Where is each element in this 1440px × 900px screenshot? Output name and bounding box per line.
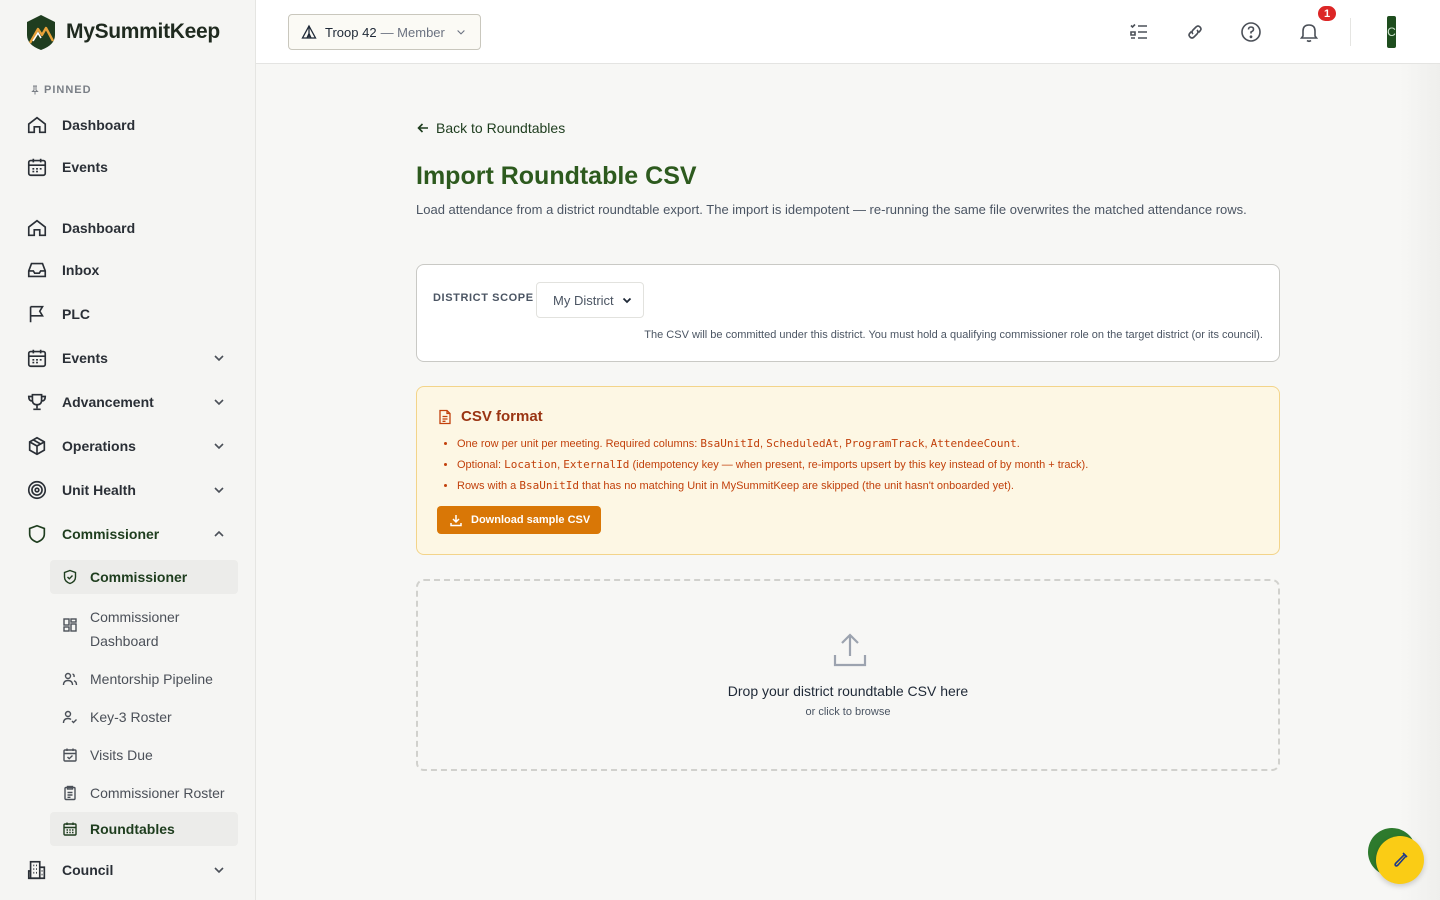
- calendar-check-icon: [63, 748, 77, 762]
- user-check-icon: [62, 710, 77, 724]
- link-icon[interactable]: [1183, 20, 1207, 44]
- chevron-down-icon: [214, 355, 224, 362]
- sidebar-item-plc[interactable]: PLC: [26, 296, 230, 332]
- pinned-item-events[interactable]: Events: [26, 149, 230, 185]
- notification-badge: 1: [1316, 4, 1338, 23]
- download-sample-csv-button[interactable]: Download sample CSV: [437, 506, 602, 534]
- dropzone-title: Drop your district roundtable CSV here: [727, 683, 969, 699]
- sidebar-item-council[interactable]: Council: [26, 852, 230, 888]
- sidebar-subitem-commissioner[interactable]: Commissioner: [50, 560, 238, 594]
- help-icon[interactable]: [1239, 20, 1263, 44]
- arrow-left-icon: [417, 123, 428, 133]
- tent-icon: [301, 24, 317, 39]
- sidebar-subitem-visits-due[interactable]: Visits Due: [50, 736, 238, 774]
- sidebar-item-dashboard[interactable]: Dashboard: [26, 210, 230, 246]
- sidebar-item-events[interactable]: Events: [26, 340, 230, 376]
- flag-icon: [29, 305, 44, 323]
- page-edge-shade: [1400, 64, 1440, 900]
- csv-format-title: CSV format: [437, 408, 543, 425]
- back-to-roundtables-link[interactable]: Back to Roundtables: [416, 120, 565, 136]
- csv-format-card: CSV format One row per unit per meeting.…: [416, 386, 1280, 555]
- csv-rule-required: One row per unit per meeting. Required c…: [457, 435, 1257, 456]
- top-bar: Troop 42 — Member 1 C: [256, 0, 1440, 64]
- trophy-icon: [27, 393, 47, 411]
- bell-icon[interactable]: [1297, 20, 1321, 44]
- avatar[interactable]: C: [1387, 16, 1396, 48]
- topbar-divider: [1350, 18, 1351, 46]
- page-description: Load attendance from a district roundtab…: [416, 202, 1247, 217]
- chevron-down-icon: [214, 443, 224, 450]
- calendar-icon: [27, 349, 47, 368]
- unit-name: Troop 42: [325, 24, 377, 40]
- csv-rule-skipped: Rows with a BsaUnitId that has no matchi…: [457, 477, 1257, 498]
- brand-name: MySummitKeep: [66, 20, 220, 43]
- sidebar: MySummitKeep PINNED Dashboard Events Das…: [0, 0, 256, 900]
- unit-role: — Member: [380, 24, 445, 40]
- calendar-grid-icon: [63, 822, 77, 836]
- test-tube-fab[interactable]: [1376, 836, 1424, 884]
- chevron-down-icon: [622, 297, 632, 304]
- sidebar-subitem-roundtables[interactable]: Roundtables: [50, 812, 238, 846]
- sidebar-subitem-commissioner-roster[interactable]: Commissioner Roster: [50, 774, 238, 812]
- pin-icon: [31, 85, 39, 95]
- csv-dropzone[interactable]: Drop your district roundtable CSV here o…: [416, 579, 1280, 771]
- page-title: Import Roundtable CSV: [416, 162, 697, 190]
- building-icon: [27, 860, 46, 880]
- target-icon: [27, 480, 47, 500]
- checklist-icon[interactable]: [1127, 20, 1151, 44]
- upload-icon: [833, 633, 867, 667]
- main-content: Back to Roundtables Import Roundtable CS…: [256, 64, 1440, 900]
- brand[interactable]: MySummitKeep: [24, 13, 220, 51]
- inbox-icon: [27, 262, 47, 278]
- chevron-up-icon: [214, 530, 224, 537]
- unit-switcher[interactable]: Troop 42 — Member: [288, 14, 481, 50]
- chevron-down-icon: [457, 30, 465, 35]
- sidebar-subitem-commissioner-dashboard[interactable]: Commissioner Dashboard: [50, 598, 238, 660]
- sidebar-subitem-key3-roster[interactable]: Key-3 Roster: [50, 698, 238, 736]
- district-scope-label: DISTRICT SCOPE: [433, 292, 534, 304]
- home-icon: [27, 116, 47, 134]
- file-text-icon: [439, 409, 451, 424]
- grid-icon: [63, 618, 77, 632]
- sidebar-subitem-mentorship-pipeline[interactable]: Mentorship Pipeline: [50, 660, 238, 698]
- sidebar-item-unit-health[interactable]: Unit Health: [26, 472, 230, 508]
- sidebar-item-commissioner[interactable]: Commissioner: [26, 516, 230, 552]
- district-scope-select[interactable]: My District: [536, 282, 644, 318]
- district-scope-help: The CSV will be committed under this dis…: [644, 329, 1263, 341]
- pinned-item-dashboard[interactable]: Dashboard: [26, 107, 230, 143]
- chevron-down-icon: [214, 399, 224, 406]
- users-icon: [62, 672, 78, 686]
- sidebar-item-inbox[interactable]: Inbox: [26, 252, 230, 288]
- csv-format-list: One row per unit per meeting. Required c…: [457, 435, 1257, 498]
- csv-rule-optional: Optional: Location, ExternalId (idempote…: [457, 456, 1257, 477]
- shield-check-icon: [63, 569, 77, 585]
- pinned-section-label: PINNED: [30, 84, 92, 96]
- clipboard-icon: [64, 785, 76, 801]
- dropzone-subtitle: or click to browse: [805, 706, 891, 718]
- chevron-down-icon: [214, 867, 224, 874]
- mountain-logo-icon: [27, 15, 55, 50]
- sidebar-item-operations[interactable]: Operations: [26, 428, 230, 464]
- chevron-down-icon: [214, 487, 224, 494]
- district-scope-card: DISTRICT SCOPE My District The CSV will …: [416, 264, 1280, 362]
- box-icon: [28, 436, 46, 456]
- calendar-icon: [27, 158, 47, 177]
- shield-icon: [28, 524, 46, 544]
- sidebar-item-advancement[interactable]: Advancement: [26, 384, 230, 420]
- download-icon: [450, 515, 462, 527]
- test-tube-icon: [1394, 852, 1408, 867]
- home-icon: [27, 219, 47, 237]
